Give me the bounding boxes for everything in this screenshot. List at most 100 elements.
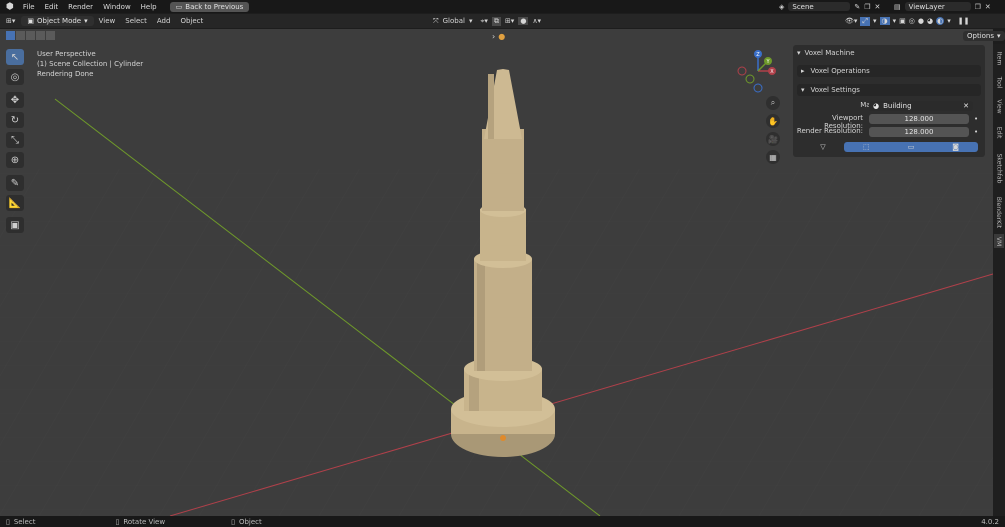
delete-view-layer-icon[interactable]: ✕ [985,3,991,11]
snap-target-icon[interactable]: ⊞▾ [505,17,514,25]
blender-logo-icon[interactable]: ⬢ [6,2,14,12]
status-rotate-label: Rotate View [123,517,166,526]
move-tool[interactable]: ✥ [6,92,24,108]
pin-icon[interactable]: ✎ [854,3,860,11]
snap-icon[interactable]: ⧉ [491,16,501,26]
menu-help[interactable]: Help [136,3,162,11]
overlay-dropdown-icon[interactable]: ▾ [893,17,897,25]
top-menu-bar: ⬢ File Edit Render Window Help ▭ Back to… [0,0,1005,13]
panel-header[interactable]: ▾ Voxel Machine [793,48,985,58]
new-scene-icon[interactable]: ❐ [864,3,870,11]
chevron-right-icon[interactable]: › [492,32,495,41]
status-bar: ▯ Select ▯ Rotate View ▯ Object 4.0.2 [0,516,1005,527]
options-label: Options [967,32,995,40]
funnel-icon: ▽ [820,143,826,151]
select-intersect-icon[interactable] [46,31,55,40]
zoom-button[interactable]: ⌕ [766,96,780,110]
tab-edit[interactable]: Edit [994,122,1004,142]
shading-dropdown-icon[interactable]: ▾ [947,17,951,25]
pivot-icon[interactable]: ⌖▾ [480,17,487,26]
voxel-operations-subpanel[interactable]: ▸ Voxel Operations [797,65,981,77]
material-sphere-icon: ◕ [873,102,880,110]
header-extras: › ● [492,32,505,41]
annotate-tool[interactable]: ✎ [6,175,24,191]
select-invert-icon[interactable] [36,31,45,40]
panel-title: Voxel Machine [804,49,855,57]
visibility-icon[interactable]: 👁▾ [845,17,857,25]
cube-icon: ▣ [10,219,20,231]
tab-item[interactable]: Item [994,48,1004,68]
options-dropdown[interactable]: Options ▾ [963,31,1005,41]
view-layer-field[interactable]: ViewLayer [904,2,971,11]
ortho-toggle-button[interactable]: ▦ [766,150,780,164]
chevron-down-icon: ▾ [997,32,1001,40]
new-view-layer-icon[interactable]: ❐ [975,3,981,11]
rotate-tool[interactable]: ↻ [6,112,24,128]
menu-window[interactable]: Window [98,3,136,11]
view-layer-icon[interactable]: ▤ [894,3,901,11]
mouse-right-icon: ▯ [231,517,235,526]
camera-button[interactable]: 🎥 [766,132,780,146]
tab-view[interactable]: View [994,96,1004,116]
menu-add[interactable]: Add [152,17,176,25]
viewport-resolution-field[interactable]: 128.000 [869,114,969,124]
material-field[interactable]: ◕ Building ✕ [869,101,973,111]
pan-button[interactable]: ✋ [766,114,780,128]
select-new-icon[interactable] [6,31,15,40]
menu-object[interactable]: Object [175,17,208,25]
tab-vm[interactable]: VM [994,234,1004,248]
menu-view[interactable]: View [94,17,121,25]
keyframe-dot-icon[interactable]: • [974,115,978,123]
gizmo-z-label: Z [756,52,760,58]
falloff-icon[interactable]: ∧▾ [532,17,541,25]
menu-file[interactable]: File [18,3,40,11]
menu-render[interactable]: Render [63,3,98,11]
voxel-operations-label: Voxel Operations [810,67,870,75]
tab-blenderkit[interactable]: BlenderKit [994,192,1004,232]
render-resolution-field[interactable]: 128.000 [869,127,969,137]
rendered-shading-icon[interactable]: ◐ [936,17,945,25]
material-shading-icon[interactable]: ◕ [927,17,933,25]
mode-dropdown[interactable]: ▣ Object Mode ▾ [21,16,94,26]
transform-tool[interactable]: ⊕ [6,152,24,168]
scale-tool[interactable]: ⤡ [6,132,24,148]
menu-edit[interactable]: Edit [40,3,64,11]
navigation-gizmo[interactable]: Z X Y [736,49,780,93]
voxel-machine-panel: ▾ Voxel Machine ▸ Voxel Operations ▾ Vox… [793,45,985,157]
measure-tool[interactable]: 📐 [6,195,24,211]
menu-select[interactable]: Select [120,17,152,25]
select-extend-icon[interactable] [16,31,25,40]
add-cube-tool[interactable]: ▣ [6,217,24,233]
orientation-dropdown[interactable]: Global [443,17,465,25]
transform-controls: ⤧ Global ▾ ⌖▾ ⧉ ⊞▾ ● ∧▾ [433,16,541,26]
object-mode-toggle[interactable]: ⬚ [844,142,889,152]
gizmo-dropdown-icon[interactable]: ▾ [873,17,877,25]
status-select-label: Select [13,517,36,526]
pause-icon[interactable]: ❚❚ [958,17,970,25]
solid-shading-icon[interactable]: ● [918,17,924,25]
xray-icon[interactable]: ▣ [899,17,906,25]
tab-sketchfab[interactable]: Sketchfab [994,148,1004,188]
render-mode-toggle[interactable]: ◙ [933,142,978,152]
viewport-mode-toggle[interactable]: ▭ [889,142,934,152]
scene-field[interactable]: Scene [788,2,851,11]
overlay-toggle-icon[interactable]: ◑ [879,17,890,25]
transform-orientation-icon[interactable]: ⤧ [433,17,439,26]
voxel-settings-subpanel[interactable]: ▾ Voxel Settings [797,84,981,96]
wireframe-shading-icon[interactable]: ◎ [909,17,915,25]
gizmo-toggle-icon[interactable]: ⤢ [860,16,871,26]
cursor-tool[interactable]: ◎ [6,69,24,85]
keyframe-dot-icon[interactable]: • [974,128,978,136]
camera-icon: ◙ [952,143,960,151]
delete-scene-icon[interactable]: ✕ [875,3,881,11]
editor-type-icon[interactable]: ⊞▾ [6,17,15,25]
select-box-tool[interactable]: ↖ [6,49,24,65]
select-subtract-icon[interactable] [26,31,35,40]
filter-button[interactable]: ▽ [799,142,847,152]
tab-tool[interactable]: Tool [994,72,1004,92]
proportional-edit-icon[interactable]: ● [518,17,529,25]
back-to-previous-button[interactable]: ▭ Back to Previous [169,1,250,12]
close-icon[interactable]: ✕ [963,102,969,110]
addon-logo-icon[interactable]: ● [498,32,505,41]
scene-icon[interactable]: ◈ [779,3,784,11]
